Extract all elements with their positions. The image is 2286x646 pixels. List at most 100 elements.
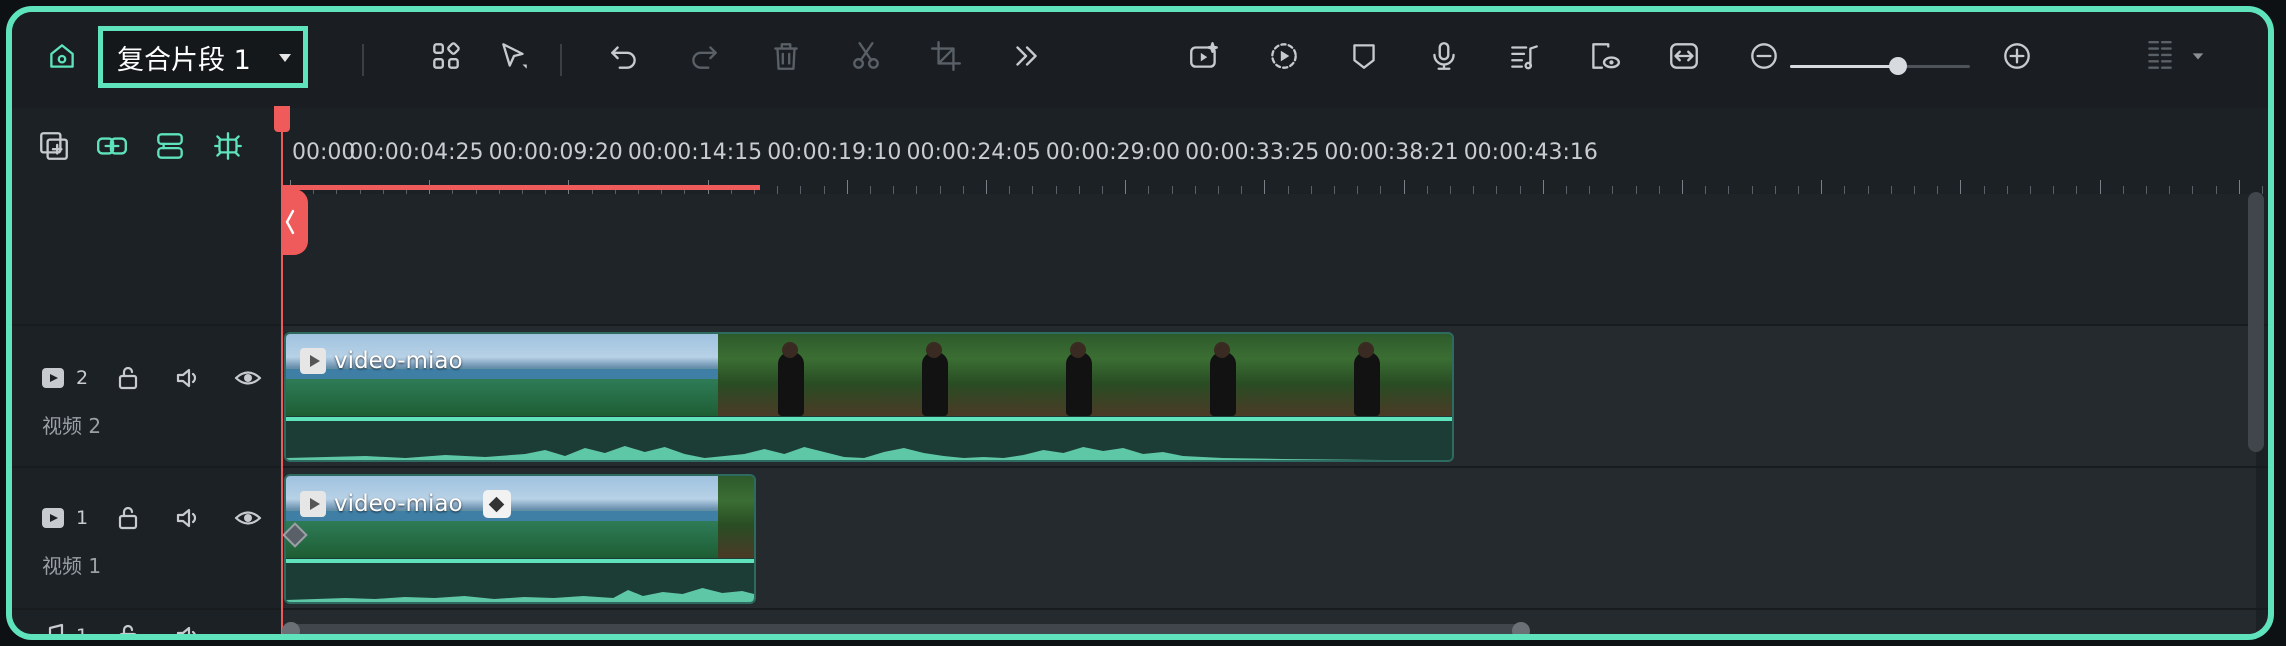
audio-volume-line[interactable] — [286, 559, 754, 563]
clip-title: video-miao — [300, 348, 463, 374]
ruler-tick — [2262, 186, 2263, 194]
ruler-tick — [1218, 186, 1219, 194]
playhead-line[interactable] — [281, 108, 283, 634]
audio-mixer-icon[interactable] — [1500, 32, 1548, 80]
ruler-tick — [1334, 186, 1335, 194]
ruler-tick — [1171, 186, 1173, 194]
ruler-tick — [1426, 186, 1428, 194]
lock-icon[interactable] — [108, 616, 148, 634]
zoom-out-icon[interactable] — [1740, 32, 1788, 80]
ruler-tick — [2030, 186, 2031, 194]
ruler-time-label: 00:00:24:05 — [906, 140, 1041, 165]
track-number: 1 — [76, 507, 89, 529]
compound-clip-label: 复合片段 1 — [117, 44, 251, 76]
ruler-tick — [2076, 186, 2078, 194]
toolbar-divider — [362, 44, 364, 76]
link-clips-icon[interactable] — [88, 122, 136, 170]
ruler-tick — [2122, 186, 2124, 194]
timeline-toolbar: 复合片段 1 — [12, 12, 2268, 108]
ruler-tick — [916, 186, 918, 194]
shield-marker-icon[interactable] — [1340, 32, 1388, 80]
visibility-eye-icon[interactable] — [228, 358, 268, 398]
select-pointer-icon[interactable] — [490, 32, 538, 80]
scrollbar-start-handle[interactable] — [282, 622, 300, 634]
rendered-range-bar — [282, 185, 760, 190]
ruler-time-label: 00:00:04:25 — [349, 140, 484, 165]
ruler-tick — [2192, 186, 2194, 194]
play-icon — [300, 491, 326, 517]
timeline-ruler[interactable]: 00:00 00:00:04:25 00:00:09:20 00:00:14:15 00… — [282, 108, 2268, 194]
audio-volume-line[interactable] — [286, 417, 1452, 421]
split-scissors-icon[interactable] — [842, 32, 890, 80]
ruler-tick — [1774, 186, 1776, 194]
lock-icon[interactable] — [108, 358, 148, 398]
microphone-icon[interactable] — [1420, 32, 1468, 80]
chevron-down-icon[interactable] — [2184, 32, 2212, 80]
video-clip[interactable]: video-miao — [284, 332, 1454, 462]
preview-render-icon[interactable] — [1580, 32, 1628, 80]
ruler-tick — [1148, 186, 1150, 194]
ruler-tick — [1844, 186, 1846, 194]
ruler-tick — [1357, 186, 1359, 194]
clip-thumbnail — [1150, 334, 1294, 416]
compound-clip-select[interactable]: 复合片段 1 — [98, 26, 308, 88]
add-track-icon[interactable] — [30, 122, 78, 170]
redo-icon[interactable] — [680, 32, 728, 80]
clip-thumbnail — [1438, 334, 1452, 416]
ruler-tick — [1055, 186, 1057, 194]
ruler-tick — [1009, 186, 1011, 194]
zoom-in-icon[interactable] — [1993, 32, 2041, 80]
clip-thumbnail — [430, 334, 574, 416]
clip-thumbnail — [862, 334, 1006, 416]
scrollbar-end-handle[interactable] — [1512, 622, 1530, 634]
ruler-time-label: 00:00:09:20 — [488, 140, 623, 165]
volume-icon[interactable] — [168, 616, 208, 634]
music-note-icon — [34, 616, 74, 634]
home-icon[interactable] — [38, 32, 86, 80]
ruler-tick — [1612, 186, 1614, 194]
ruler-tick — [1032, 186, 1034, 194]
delete-icon[interactable] — [762, 32, 810, 80]
ruler-tick — [1102, 186, 1103, 194]
ruler-tick — [1589, 186, 1591, 194]
ruler-tick — [870, 186, 871, 194]
video-clip[interactable]: video-miao — [284, 474, 756, 604]
ruler-tick — [1960, 180, 1962, 194]
visibility-eye-icon[interactable] — [228, 498, 268, 538]
video-track-2-name: 视频 2 — [42, 414, 102, 438]
crop-icon[interactable] — [922, 32, 970, 80]
ai-video-icon[interactable] — [1180, 32, 1228, 80]
clip-thumbnail — [286, 334, 430, 416]
ruler-tick — [1566, 186, 1567, 194]
speed-icon[interactable] — [1260, 32, 1308, 80]
horizontal-scrollbar[interactable] — [282, 622, 1530, 634]
layout-grid-icon[interactable] — [422, 32, 470, 80]
zoom-slider-handle[interactable] — [1889, 57, 1907, 75]
layout-list-icon[interactable] — [2136, 32, 2184, 80]
undo-icon[interactable] — [600, 32, 648, 80]
clip-audio-waveform — [286, 558, 754, 602]
playhead-grip[interactable] — [282, 189, 308, 255]
fit-width-icon[interactable] — [1660, 32, 1708, 80]
ruler-tick — [1241, 186, 1243, 194]
volume-icon[interactable] — [168, 358, 208, 398]
magnet-snap-icon[interactable] — [204, 122, 252, 170]
lock-icon[interactable] — [108, 498, 148, 538]
volume-icon[interactable] — [168, 498, 208, 538]
ruler-time-label: 00:00:38:21 — [1324, 140, 1459, 165]
playhead-handle-top[interactable] — [274, 106, 290, 132]
zoom-slider[interactable] — [1790, 57, 1970, 75]
ruler-tick — [1078, 186, 1080, 194]
waveform-graphic — [286, 446, 1452, 460]
waveform-graphic — [286, 588, 754, 602]
ruler-time-label: 00:00 — [292, 140, 356, 165]
more-tools-icon[interactable] — [1002, 32, 1050, 80]
ruler-tick — [1450, 186, 1451, 194]
vertical-scrollbar[interactable] — [2248, 192, 2264, 452]
keyframe-badge-icon[interactable] — [482, 490, 511, 518]
ruler-tick — [1264, 180, 1266, 194]
group-tracks-icon[interactable] — [146, 122, 194, 170]
ruler-tick — [1751, 186, 1753, 194]
track-divider — [12, 608, 2268, 610]
ruler-time-label: 00:00:43:16 — [1463, 140, 1598, 165]
